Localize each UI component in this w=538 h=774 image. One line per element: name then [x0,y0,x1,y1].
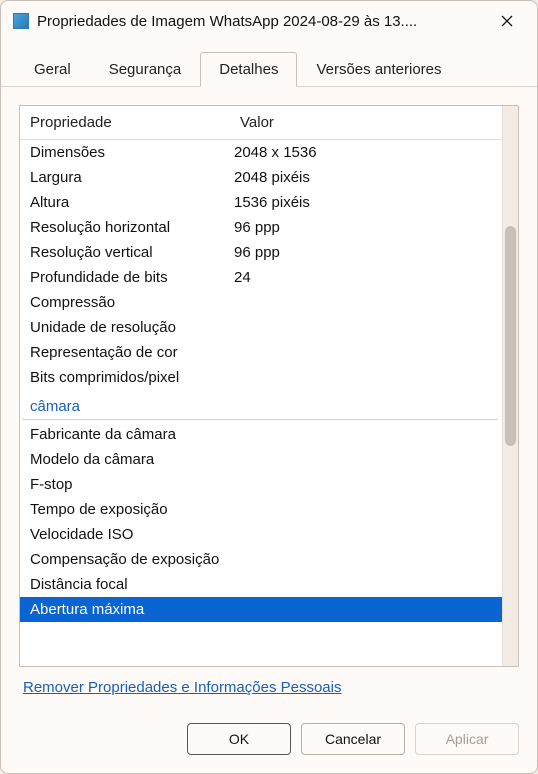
property-value: 2048 pixéis [234,169,496,186]
property-value [234,476,496,493]
column-header-property[interactable]: Propriedade [20,106,230,139]
property-value [234,551,496,568]
remove-properties-row: Remover Propriedades e Informações Pesso… [19,667,519,701]
tab-strip: Geral Segurança Detalhes Versões anterio… [1,41,537,87]
properties-dialog: Propriedades de Imagem WhatsApp 2024-08-… [0,0,538,774]
property-value: 1536 pixéis [234,194,496,211]
property-row[interactable]: Velocidade ISO [20,522,502,547]
property-row[interactable]: Resolução horizontal96 ppp [20,215,502,240]
property-name: Resolução horizontal [26,219,234,236]
property-name: Representação de cor [26,344,234,361]
app-icon [13,13,29,29]
property-value [234,294,496,311]
property-row[interactable]: Profundidade de bits24 [20,265,502,290]
scrollbar-thumb[interactable] [505,226,516,446]
tab-seguranca[interactable]: Segurança [90,52,201,87]
property-row[interactable]: Compensação de exposição [20,547,502,572]
property-value: 96 ppp [234,244,496,261]
property-row[interactable]: F-stop [20,472,502,497]
property-value: 24 [234,269,496,286]
cancel-button[interactable]: Cancelar [301,723,405,755]
property-row[interactable]: Abertura máxima [20,597,502,622]
property-row[interactable]: Representação de cor [20,340,502,365]
property-name: Abertura máxima [26,601,234,618]
tab-versoes-anteriores[interactable]: Versões anteriores [297,52,460,87]
property-row[interactable]: Bits comprimidos/pixel [20,365,502,390]
column-header-value[interactable]: Valor [230,106,502,139]
property-name: Unidade de resolução [26,319,234,336]
property-value [234,319,496,336]
dialog-buttons: OK Cancelar Aplicar [1,709,537,773]
close-button[interactable] [487,5,527,37]
tab-detalhes[interactable]: Detalhes [200,52,297,87]
close-icon [501,15,513,27]
property-value [234,369,496,386]
property-row[interactable]: Tempo de exposição [20,497,502,522]
property-name: Modelo da câmara [26,451,234,468]
details-grid: Propriedade Valor Dimensões2048 x 1536La… [19,105,519,667]
property-row[interactable]: Resolução vertical96 ppp [20,240,502,265]
property-name: Fabricante da câmara [26,426,234,443]
ok-button[interactable]: OK [187,723,291,755]
property-name: Compensação de exposição [26,551,234,568]
property-name: Distância focal [26,576,234,593]
property-name: Tempo de exposição [26,501,234,518]
property-value [234,344,496,361]
property-name: Bits comprimidos/pixel [26,369,234,386]
grid-rows: Dimensões2048 x 1536Largura2048 pixéisAl… [20,140,502,622]
property-row[interactable]: Altura1536 pixéis [20,190,502,215]
section-header: câmara [22,392,498,420]
property-value [234,426,496,443]
scrollbar[interactable] [502,106,518,666]
property-row[interactable]: Fabricante da câmara [20,422,502,447]
grid-header: Propriedade Valor [20,106,502,140]
property-value [234,451,496,468]
property-row[interactable]: Modelo da câmara [20,447,502,472]
property-name: Velocidade ISO [26,526,234,543]
property-name: Resolução vertical [26,244,234,261]
property-value [234,601,496,618]
titlebar: Propriedades de Imagem WhatsApp 2024-08-… [1,1,537,41]
property-row[interactable]: Dimensões2048 x 1536 [20,140,502,165]
tab-content: Propriedade Valor Dimensões2048 x 1536La… [1,87,537,709]
tab-geral[interactable]: Geral [15,52,90,87]
property-value: 2048 x 1536 [234,144,496,161]
property-value [234,501,496,518]
property-row[interactable]: Unidade de resolução [20,315,502,340]
property-value: 96 ppp [234,219,496,236]
property-value [234,576,496,593]
property-name: Profundidade de bits [26,269,234,286]
grid-body: Propriedade Valor Dimensões2048 x 1536La… [20,106,502,666]
remove-properties-link[interactable]: Remover Propriedades e Informações Pesso… [23,679,342,696]
property-row[interactable]: Compressão [20,290,502,315]
property-name: F-stop [26,476,234,493]
window-title: Propriedades de Imagem WhatsApp 2024-08-… [37,13,487,30]
property-row[interactable]: Distância focal [20,572,502,597]
property-name: Largura [26,169,234,186]
property-name: Compressão [26,294,234,311]
property-name: Dimensões [26,144,234,161]
apply-button: Aplicar [415,723,519,755]
property-value [234,526,496,543]
property-name: Altura [26,194,234,211]
property-row[interactable]: Largura2048 pixéis [20,165,502,190]
